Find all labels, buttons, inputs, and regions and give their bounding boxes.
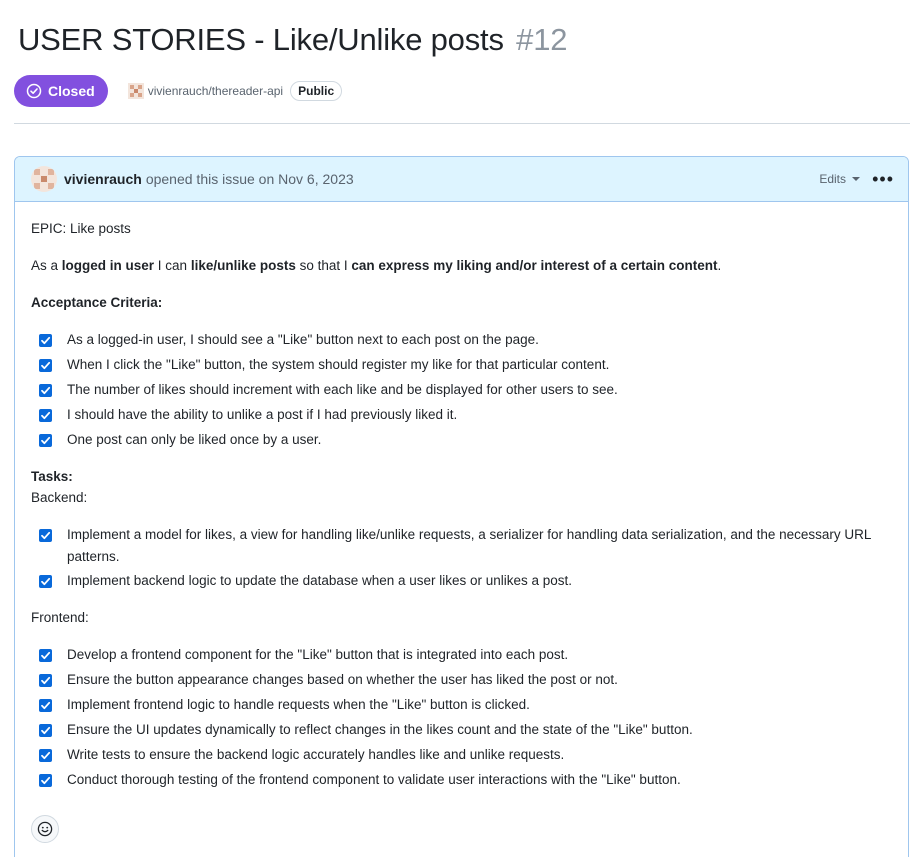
story-bold-2: like/unlike posts	[190, 258, 296, 273]
task-item: Ensure the button appearance changes bas…	[39, 672, 899, 691]
comment-opened-text: opened this issue on Nov 6, 2023	[145, 171, 354, 187]
task-item: As a logged-in user, I should see a "Lik…	[39, 332, 899, 351]
issue-meta: Closed vivienrauch/thereader-api Public	[14, 75, 343, 107]
checkbox-checked[interactable]	[39, 575, 52, 588]
task-text: Conduct thorough testing of the frontend…	[67, 772, 681, 787]
header-divider	[14, 123, 910, 124]
task-item: Develop a frontend component for the "Li…	[39, 647, 899, 666]
tasks-heading: Tasks:	[31, 469, 73, 484]
task-item: Conduct thorough testing of the frontend…	[39, 772, 899, 791]
task-item: Ensure the UI updates dynamically to ref…	[39, 722, 899, 741]
checkbox-checked[interactable]	[39, 649, 52, 662]
checkbox-checked[interactable]	[39, 674, 52, 687]
task-text: Implement a model for likes, a view for …	[67, 527, 871, 564]
kebab-horizontal-icon[interactable]: •••	[872, 170, 894, 188]
checkbox-checked[interactable]	[39, 529, 52, 542]
task-item: The number of likes should increment wit…	[39, 382, 899, 401]
task-text: Ensure the button appearance changes bas…	[67, 672, 618, 687]
issue-number: #12	[516, 22, 568, 57]
author-avatar[interactable]	[31, 166, 57, 192]
task-text: As a logged-in user, I should see a "Lik…	[67, 332, 539, 347]
task-item: Implement backend logic to update the da…	[39, 573, 899, 592]
checkbox-checked[interactable]	[39, 724, 52, 737]
story-bold-3: can express my liking and/or interest of…	[351, 258, 718, 273]
check-circle-icon	[26, 83, 42, 99]
user-story: As a logged in user I can like/unlike po…	[31, 258, 721, 273]
checkbox-checked[interactable]	[39, 434, 52, 447]
state-badge: Closed	[14, 75, 108, 107]
story-bold-1: logged in user	[61, 258, 155, 273]
story-text-2: I can	[154, 258, 191, 273]
acceptance-heading: Acceptance Criteria:	[31, 295, 163, 310]
task-text: Implement backend logic to update the da…	[67, 573, 573, 588]
checkbox-checked[interactable]	[39, 749, 52, 762]
task-text: Write tests to ensure the backend logic …	[67, 747, 565, 762]
task-item: Implement a model for likes, a view for …	[39, 527, 899, 568]
task-text: One post can only be liked once by a use…	[67, 432, 322, 447]
story-text-4: .	[717, 258, 722, 273]
smiley-icon	[37, 821, 53, 837]
comment-header: vivienrauch opened this issue on Nov 6, …	[15, 157, 908, 202]
repo-owner-avatar	[127, 83, 144, 99]
edits-label: Edits	[819, 172, 846, 186]
checkbox-checked[interactable]	[39, 334, 52, 347]
frontend-heading: Frontend:	[31, 610, 89, 625]
task-text: Develop a frontend component for the "Li…	[67, 647, 569, 662]
task-text: The number of likes should increment wit…	[67, 382, 618, 397]
task-text: I should have the ability to unlike a po…	[67, 407, 458, 422]
issue-comment: vivienrauch opened this issue on Nov 6, …	[14, 156, 909, 857]
epic-line: EPIC: Like posts	[31, 221, 131, 236]
repo-link[interactable]: vivienrauch/thereader-api	[127, 83, 284, 99]
story-text-3: so that I	[295, 258, 352, 273]
issue-title-text: USER STORIES - Like/Unlike posts	[18, 22, 504, 57]
task-text: Ensure the UI updates dynamically to ref…	[67, 722, 693, 737]
checkbox-checked[interactable]	[39, 409, 52, 422]
task-item: Write tests to ensure the backend logic …	[39, 747, 899, 766]
task-text: When I click the "Like" button, the syst…	[67, 357, 610, 372]
repo-name: vivienrauch/thereader-api	[147, 84, 284, 98]
visibility-badge: Public	[290, 81, 343, 101]
task-item: One post can only be liked once by a use…	[39, 432, 899, 451]
task-item: Implement frontend logic to handle reque…	[39, 697, 899, 716]
task-text: Implement frontend logic to handle reque…	[67, 697, 530, 712]
edits-dropdown[interactable]: Edits	[819, 172, 860, 186]
add-reaction-button[interactable]	[31, 815, 59, 843]
comment-author[interactable]: vivienrauch	[64, 171, 142, 187]
checkbox-checked[interactable]	[39, 359, 52, 372]
checkbox-checked[interactable]	[39, 699, 52, 712]
task-item: I should have the ability to unlike a po…	[39, 407, 899, 426]
issue-title: USER STORIES - Like/Unlike posts #12	[18, 22, 567, 58]
caret-down-icon	[852, 177, 860, 181]
backend-heading: Backend:	[31, 490, 88, 505]
state-label: Closed	[48, 83, 95, 99]
story-text-1: As a	[31, 258, 62, 273]
checkbox-checked[interactable]	[39, 774, 52, 787]
task-item: When I click the "Like" button, the syst…	[39, 357, 899, 376]
checkbox-checked[interactable]	[39, 384, 52, 397]
